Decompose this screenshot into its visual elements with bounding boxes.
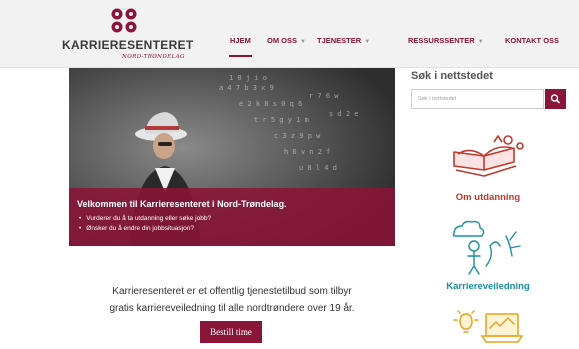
svg-text:r 7 6 w: r 7 6 w	[309, 92, 339, 100]
logo-text: KARRIERESENTERET	[62, 38, 194, 52]
intro-line: gratis karriereveiledning til alle nordt…	[109, 303, 355, 314]
nav-label: OM OSS	[267, 36, 298, 45]
link-om-utdanning[interactable]: Om utdanning	[413, 192, 563, 203]
chevron-down-icon: ▼	[364, 39, 371, 45]
nav-label: TJENESTER	[317, 36, 362, 45]
logo-mark-icon	[111, 8, 137, 33]
book-appointment-button[interactable]: Bestill time	[200, 321, 262, 343]
hero-bullet: Vurderer du å ta utdanning eller søke jo…	[86, 214, 211, 224]
logo-subtext: NORD-TRØNDELAG	[122, 54, 185, 60]
svg-text:1 0 j i o: 1 0 j i o	[229, 74, 267, 82]
svg-text:c 3 z 9 p w: c 3 z 9 p w	[274, 132, 321, 140]
book-icon[interactable]	[450, 132, 530, 184]
hero-banner[interactable]: a 4 7 b 3 x 9 e 2 k 8 s 0 q 6 t r 5 g y …	[69, 68, 395, 246]
search-icon	[550, 94, 560, 104]
intro-text: Karrieresenteret er et offentlig tjenest…	[69, 283, 395, 317]
search-button[interactable]	[545, 89, 566, 109]
lightbulb-laptop-icon[interactable]	[452, 306, 528, 349]
site-header: KARRIERESENTERET NORD-TRØNDELAG HJEM OM …	[0, 0, 579, 68]
link-karriereveiledning[interactable]: Karriereveiledning	[413, 281, 563, 292]
hero-bullet: Ønsker du å endre din jobbsituasjon?	[86, 224, 211, 234]
nav-label: RESSURSSENTER	[408, 36, 475, 45]
intro-line: Karrieresenteret er et offentlig tjenest…	[112, 286, 352, 297]
hero-title: Velkommen til Karrieresenteret i Nord-Tr…	[77, 199, 287, 209]
nav-label: HJEM	[230, 36, 251, 45]
svg-text:u 8 l 4 d: u 8 l 4 d	[299, 164, 337, 172]
chevron-down-icon: ▼	[477, 39, 484, 45]
site-search	[411, 89, 566, 109]
nav-item-kontakt-oss[interactable]: KONTAKT OSS	[505, 36, 559, 45]
search-input[interactable]	[411, 89, 544, 109]
nav-item-hjem[interactable]: HJEM	[230, 36, 251, 45]
svg-text:h 6 v n 2 f: h 6 v n 2 f	[284, 148, 330, 156]
hero-bullet-list: Vurderer du å ta utdanning eller søke jo…	[86, 214, 211, 234]
svg-text:e 2 k 8 s 0 q 6: e 2 k 8 s 0 q 6	[239, 100, 302, 108]
svg-text:s d 2 e: s d 2 e	[329, 110, 359, 118]
svg-text:a 4 7 b 3 x 9: a 4 7 b 3 x 9	[219, 84, 274, 92]
chevron-down-icon: ▼	[300, 39, 306, 45]
search-title: Søk i nettstedet	[411, 70, 493, 82]
nav-item-ressurssenter[interactable]: RESSURSSENTER ▼	[408, 36, 484, 45]
svg-text:t r 5 g y 1 m: t r 5 g y 1 m	[254, 116, 309, 124]
nav-label: KONTAKT OSS	[505, 36, 560, 45]
nav-item-tjenester[interactable]: TJENESTER ▼	[317, 36, 370, 45]
nav-item-om-oss[interactable]: OM OSS ▼	[267, 36, 306, 45]
person-thinking-icon[interactable]	[450, 216, 530, 276]
nav-active-indicator	[229, 55, 252, 57]
hero-caption: Velkommen til Karrieresenteret i Nord-Tr…	[69, 188, 395, 246]
site-logo[interactable]: KARRIERESENTERET NORD-TRØNDELAG	[62, 8, 194, 64]
